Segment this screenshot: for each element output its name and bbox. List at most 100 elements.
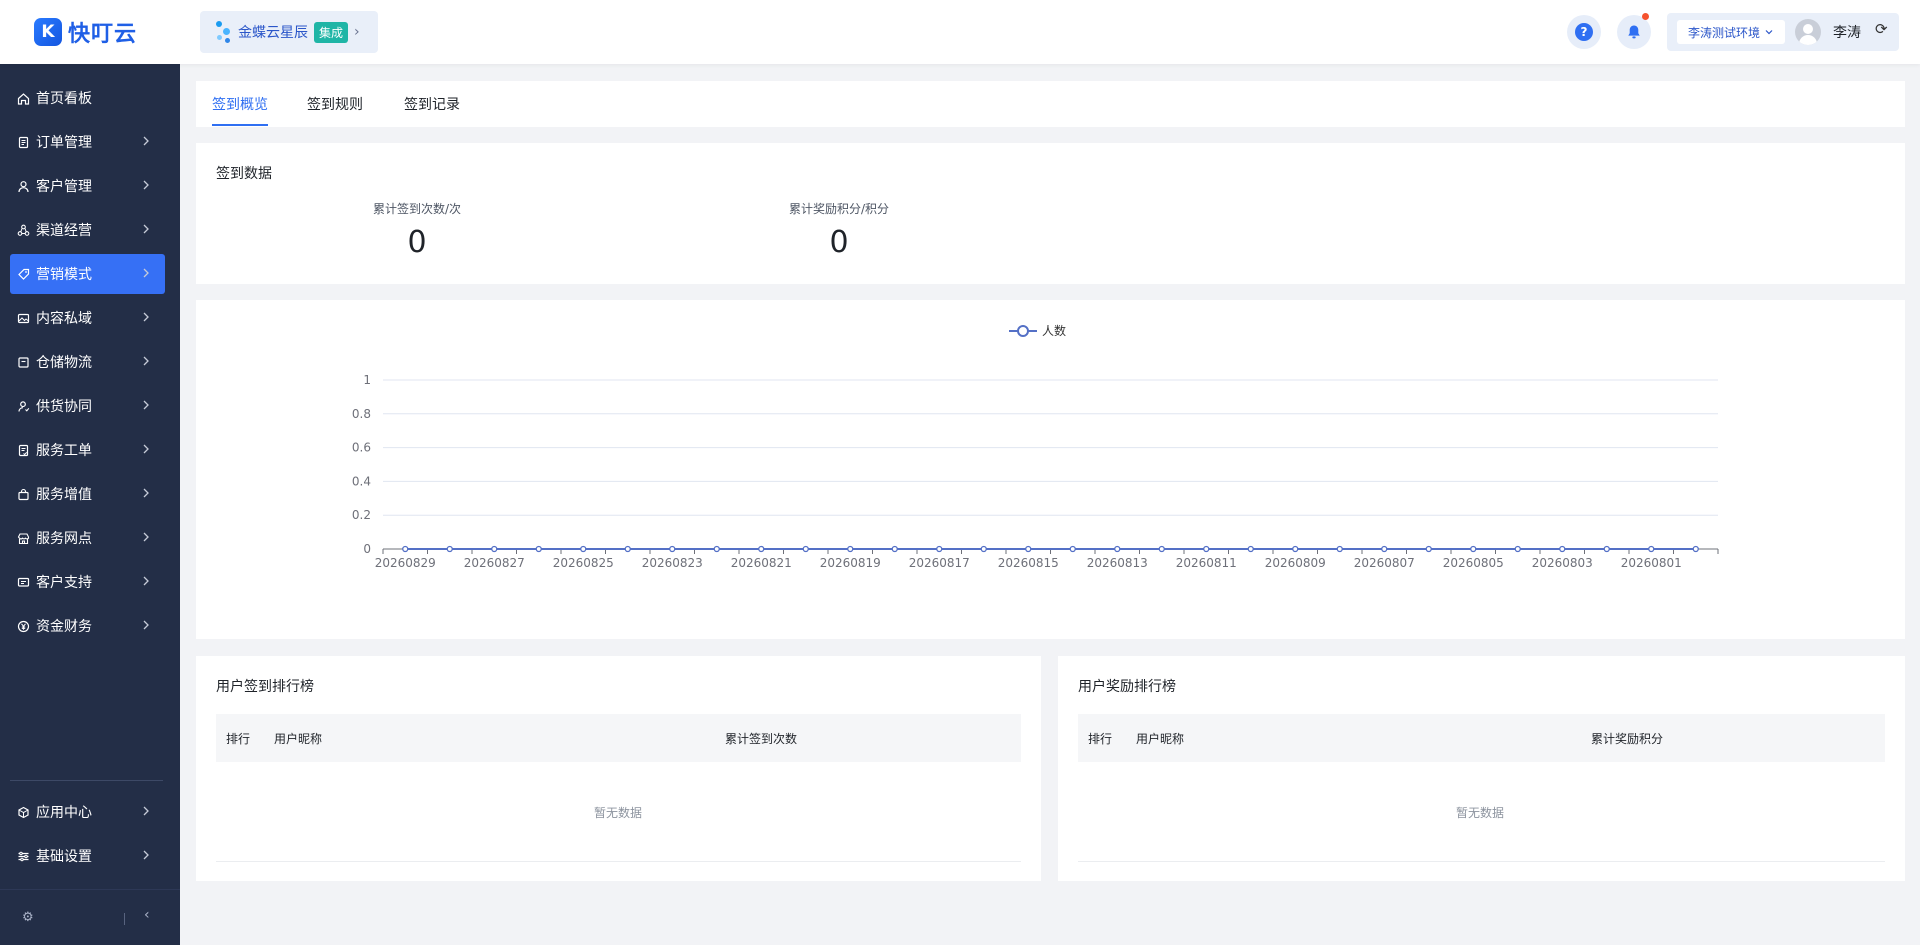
tab-signin-rules[interactable]: 签到规则	[307, 94, 363, 114]
sidebar-item-label: 服务网点	[36, 531, 92, 547]
data-point	[669, 545, 676, 553]
y-tick-label: 0.6	[352, 441, 371, 455]
data-point	[1247, 545, 1254, 553]
x-tick-label: 20260805	[1443, 556, 1504, 570]
data-point	[1158, 545, 1165, 553]
sidebar-item-8[interactable]: 服务工单	[10, 430, 165, 470]
tab-signin-records[interactable]: 签到记录	[404, 94, 460, 114]
data-point	[1470, 545, 1477, 553]
sidebar-item-7[interactable]: 供货协同	[10, 386, 165, 426]
notification-dot	[1642, 13, 1649, 20]
sidebar-item-label: 应用中心	[36, 805, 92, 821]
data-point	[713, 545, 720, 553]
env-select[interactable]: 李涛测试环境	[1677, 20, 1785, 44]
sidebar-item-0[interactable]: 首页看板	[10, 78, 165, 118]
data-point	[491, 545, 498, 553]
sidebar-item-5[interactable]: 内容私域	[10, 298, 165, 338]
total-reward-points-label: 累计奖励积分/积分	[788, 202, 890, 216]
sidebar-bottom-item-1[interactable]: 基础设置	[10, 836, 165, 876]
data-point	[1336, 545, 1343, 553]
table-bottom-line	[1078, 861, 1885, 862]
sidebar-bottom-item-0[interactable]: 应用中心	[10, 792, 165, 832]
data-point	[535, 545, 542, 553]
sidebar-divider	[10, 780, 163, 781]
chevron-right-icon	[139, 222, 153, 236]
chevron-right-icon	[139, 266, 153, 280]
sidebar-item-label: 营销模式	[36, 267, 92, 283]
empty-state: 暂无数据	[594, 806, 643, 820]
table-bottom-line	[216, 861, 1021, 862]
data-point	[1425, 545, 1432, 553]
sidebar-item-10[interactable]: 服务网点	[10, 518, 165, 558]
tag-icon	[17, 268, 30, 281]
sidebar-item-12[interactable]: 资金财务	[10, 606, 165, 646]
sidebar-item-label: 内容私域	[36, 311, 92, 327]
org-switcher[interactable]: 金蝶云星辰 集成 ›	[200, 11, 378, 53]
home-icon	[17, 92, 30, 105]
sidebar-item-label: 供货协同	[36, 399, 92, 415]
data-point	[1514, 545, 1521, 553]
help-icon: ?	[1575, 23, 1593, 41]
ticket-icon	[17, 444, 30, 457]
sidebar-item-label: 客户支持	[36, 575, 92, 591]
footer-divider	[124, 913, 125, 925]
sidebar-item-9[interactable]: 服务增值	[10, 474, 165, 514]
order-icon	[17, 136, 30, 149]
username[interactable]: 李涛	[1833, 22, 1861, 42]
reward-ranking-title: 用户奖励排行榜	[1078, 679, 1176, 695]
refresh-icon[interactable]: ⟳	[1875, 20, 1888, 38]
y-tick-label: 1	[363, 373, 371, 387]
reward-ranking-card: 用户奖励排行榜 排行 用户昵称 累计奖励积分 暂无数据	[1058, 656, 1905, 881]
signin-ranking-card: 用户签到排行榜 排行 用户昵称 累计签到次数 暂无数据	[196, 656, 1041, 881]
sidebar-item-1[interactable]: 订单管理	[10, 122, 165, 162]
sidebar-item-11[interactable]: 客户支持	[10, 562, 165, 602]
sidebar-item-label: 基础设置	[36, 849, 92, 865]
tab-signin-overview[interactable]: 签到概览	[212, 94, 268, 114]
chevron-right-icon	[139, 134, 153, 148]
supplier-icon	[17, 400, 30, 413]
app-logo[interactable]: K 快叮云	[34, 16, 137, 48]
sidebar-item-6[interactable]: 仓储物流	[10, 342, 165, 382]
total-reward-points-value: 0	[829, 225, 849, 260]
col-signin-count: 累计签到次数	[725, 732, 798, 746]
line-chart: 0 0.2 0.4 0.6 0.8 1 20260829 20260827 20260825 20…	[352, 323, 1719, 570]
legend-marker	[1017, 325, 1029, 337]
x-tick-label: 20260813	[1087, 556, 1148, 570]
help-button[interactable]: ?	[1567, 15, 1601, 49]
channel-icon	[17, 224, 30, 237]
chevron-right-icon	[139, 442, 153, 456]
chevron-down-icon	[1765, 30, 1773, 35]
reward-ranking-header: 排行 用户昵称 累计奖励积分	[1078, 714, 1885, 762]
sidebar-item-label: 首页看板	[36, 91, 92, 107]
org-logo-icon	[214, 19, 232, 45]
col-nickname: 用户昵称	[274, 732, 323, 746]
org-name: 金蝶云星辰	[238, 25, 308, 41]
logo-icon: K	[34, 18, 62, 46]
collapse-sidebar-icon[interactable]: ‹	[144, 907, 150, 923]
notification-button[interactable]	[1617, 13, 1651, 49]
sidebar-item-3[interactable]: 渠道经营	[10, 210, 165, 250]
env-user-box: 李涛测试环境 李涛 ⟳	[1667, 13, 1899, 51]
tab-active-indicator	[212, 124, 268, 126]
data-point	[1203, 545, 1210, 553]
sidebar-item-4[interactable]: 营销模式	[10, 254, 165, 294]
gear-icon[interactable]: ⚙	[22, 910, 34, 925]
bag-icon	[17, 488, 30, 501]
data-point	[802, 545, 809, 553]
sidebar: ⚙ ‹ 首页看板订单管理客户管理 渠道经营营销模式内容私域仓储物流供货协同服务工单…	[0, 64, 180, 945]
sidebar-item-label: 服务增值	[36, 487, 92, 503]
chevron-right-icon	[139, 574, 153, 588]
sidebar-item-2[interactable]: 客户管理	[10, 166, 165, 206]
image-icon	[17, 312, 30, 325]
avatar[interactable]	[1795, 19, 1821, 45]
data-point	[936, 545, 943, 553]
x-tick-label: 20260819	[820, 556, 881, 570]
data-point	[1292, 545, 1299, 553]
x-tick-label: 20260809	[1265, 556, 1326, 570]
x-tick-label: 20260801	[1621, 556, 1682, 570]
sidebar-item-label: 订单管理	[36, 135, 92, 151]
x-tick-label: 20260827	[464, 556, 525, 570]
data-point	[1069, 545, 1076, 553]
total-signin-count-value: 0	[407, 225, 427, 260]
data-point	[980, 545, 987, 553]
